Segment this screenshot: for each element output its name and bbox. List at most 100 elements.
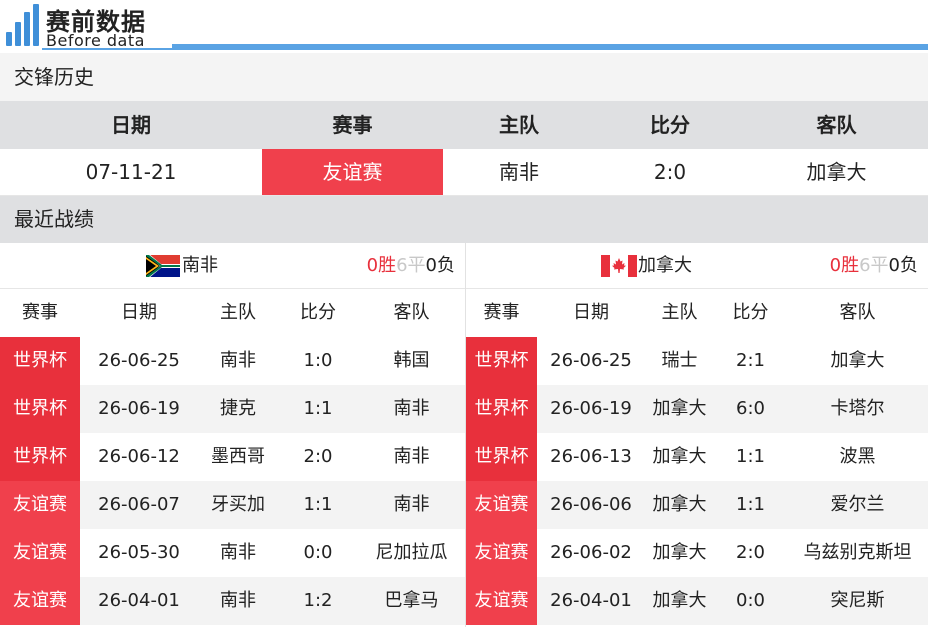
match-away: 爱尔兰	[830, 494, 885, 515]
h2h-header-home: 主队	[499, 113, 539, 137]
table-row: 友谊赛 26-06-07 牙买加 1:1 南非	[0, 481, 465, 529]
match-date: 26-06-25	[98, 350, 180, 371]
team-bar-home: 南非 0胜6平0负	[0, 243, 465, 289]
match-score: 0:0	[736, 590, 765, 611]
canada-flag-icon	[601, 255, 637, 277]
match-away: 加拿大	[830, 350, 885, 371]
header-divider	[172, 44, 928, 50]
table-row: 友谊赛 26-04-01 南非 1:2 巴拿马	[0, 577, 465, 625]
match-score: 1:1	[736, 446, 765, 467]
match-date: 26-06-19	[550, 398, 632, 419]
h2h-table-row: 07-11-21 友谊赛 南非 2:0 加拿大	[0, 149, 928, 196]
record-losses: 0负	[425, 255, 455, 276]
match-date: 26-06-13	[550, 446, 632, 467]
table-row: 友谊赛 26-06-06 加拿大 1:1 爱尔兰	[466, 481, 928, 529]
match-away: 南非	[393, 446, 430, 467]
team-name-home: 南非	[182, 255, 218, 276]
match-score: 6:0	[736, 398, 765, 419]
match-date: 26-06-19	[98, 398, 180, 419]
h2h-comp-badge: 友谊赛	[262, 149, 443, 195]
brand-logo: 赛前数据 Before data	[4, 4, 174, 50]
form-header-away-team: 客队	[393, 302, 430, 323]
recent-section-title: 最近战绩	[0, 196, 928, 243]
table-row: 世界杯 26-06-19 加拿大 6:0 卡塔尔	[466, 385, 928, 433]
form-header-home: 赛事 日期 主队 比分 客队	[0, 289, 465, 337]
match-score: 1:1	[303, 398, 333, 419]
comp-badge: 友谊赛	[466, 481, 537, 529]
recent-panel-home: 南非 0胜6平0负 赛事 日期 主队 比分 客队 世界杯 26-06-25 南非…	[0, 243, 465, 627]
match-home: 加拿大	[652, 398, 707, 419]
match-date: 26-06-25	[550, 350, 632, 371]
match-home: 加拿大	[652, 542, 707, 563]
match-date: 26-06-02	[550, 542, 632, 563]
table-row: 友谊赛 26-06-02 加拿大 2:0 乌兹别克斯坦	[466, 529, 928, 577]
match-away: 波黑	[839, 446, 876, 467]
team-bar-away: 加拿大 0胜6平0负	[466, 243, 928, 289]
team-record-away: 0胜6平0负	[830, 243, 918, 289]
form-header-home-team: 主队	[220, 302, 256, 323]
comp-badge: 友谊赛	[0, 481, 80, 529]
match-home: 加拿大	[652, 446, 707, 467]
h2h-home: 南非	[499, 160, 539, 184]
team-name-away: 加拿大	[638, 255, 692, 276]
form-header-score: 比分	[732, 302, 769, 323]
comp-badge: 友谊赛	[0, 577, 80, 625]
match-away: 乌兹别克斯坦	[803, 542, 912, 563]
comp-badge: 世界杯	[466, 337, 537, 385]
comp-badge: 世界杯	[466, 433, 537, 481]
bar-chart-icon	[4, 4, 44, 48]
h2h-header-comp: 赛事	[332, 113, 373, 137]
form-header-comp: 赛事	[22, 302, 58, 323]
table-row: 友谊赛 26-05-30 南非 0:0 尼加拉瓜	[0, 529, 465, 577]
match-home: 南非	[220, 350, 256, 371]
h2h-date: 07-11-21	[85, 160, 177, 184]
match-date: 26-05-30	[98, 542, 180, 563]
match-away: 南非	[393, 494, 430, 515]
form-rows-away: 世界杯 26-06-25 瑞士 2:1 加拿大 世界杯 26-06-19 加拿大…	[466, 337, 928, 625]
h2h-table-header: 日期 赛事 主队 比分 客队	[0, 101, 928, 149]
form-header-away: 赛事 日期 主队 比分 客队	[466, 289, 928, 337]
record-draws: 6平	[396, 255, 426, 276]
table-row: 世界杯 26-06-25 瑞士 2:1 加拿大	[466, 337, 928, 385]
h2h-score: 2:0	[653, 160, 687, 184]
match-home: 牙买加	[211, 494, 265, 515]
match-away: 突尼斯	[830, 590, 885, 611]
match-home: 南非	[220, 590, 256, 611]
table-row: 世界杯 26-06-13 加拿大 1:1 波黑	[466, 433, 928, 481]
match-home: 捷克	[220, 398, 256, 419]
table-row: 世界杯 26-06-12 墨西哥 2:0 南非	[0, 433, 465, 481]
comp-badge: 世界杯	[466, 385, 537, 433]
match-score: 2:1	[736, 350, 765, 371]
match-date: 26-06-06	[550, 494, 632, 515]
form-rows-home: 世界杯 26-06-25 南非 1:0 韩国 世界杯 26-06-19 捷克 1…	[0, 337, 465, 625]
recent-panel-away: 加拿大 0胜6平0负 赛事 日期 主队 比分 客队 世界杯 26-06-25 瑞…	[466, 243, 928, 627]
match-home: 南非	[220, 542, 256, 563]
comp-badge: 世界杯	[0, 337, 80, 385]
form-header-score: 比分	[300, 302, 336, 323]
h2h-away: 加拿大	[806, 160, 867, 184]
h2h-header-date: 日期	[111, 113, 151, 137]
h2h-section-title: 交锋历史	[0, 53, 928, 101]
match-date: 26-04-01	[98, 590, 180, 611]
south-africa-flag-icon	[146, 255, 180, 277]
match-date: 26-06-07	[98, 494, 180, 515]
match-away: 卡塔尔	[830, 398, 885, 419]
comp-badge: 友谊赛	[0, 529, 80, 577]
match-home: 加拿大	[652, 494, 707, 515]
form-header-away-team: 客队	[839, 302, 876, 323]
h2h-header-score: 比分	[650, 113, 690, 137]
form-header-home-team: 主队	[661, 302, 698, 323]
record-wins: 0胜	[366, 255, 397, 276]
comp-badge: 世界杯	[0, 433, 80, 481]
record-losses: 0负	[888, 255, 918, 276]
comp-badge: 友谊赛	[466, 529, 537, 577]
h2h-header-away: 客队	[816, 113, 857, 137]
page-header: 赛前数据 Before data	[0, 0, 928, 55]
match-away: 南非	[393, 398, 430, 419]
table-row: 世界杯 26-06-25 南非 1:0 韩国	[0, 337, 465, 385]
match-score: 2:0	[736, 542, 765, 563]
table-row: 世界杯 26-06-19 捷克 1:1 南非	[0, 385, 465, 433]
match-score: 0:0	[303, 542, 333, 563]
match-date: 26-04-01	[550, 590, 632, 611]
match-home: 瑞士	[661, 350, 698, 371]
